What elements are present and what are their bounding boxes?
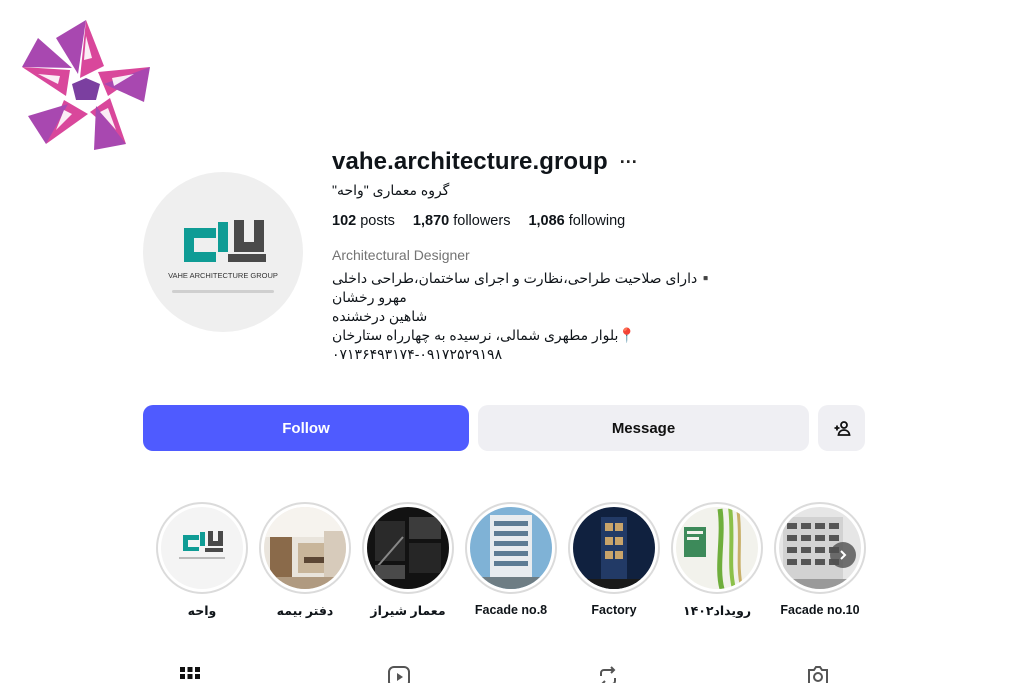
highlight-item[interactable]: رویداد۱۴۰۲ xyxy=(669,502,765,618)
highlight-label: رویداد۱۴۰۲ xyxy=(682,604,752,618)
profile-info: vahe.architecture.group ··· گروه معماری … xyxy=(332,146,892,364)
repost-icon[interactable] xyxy=(596,664,620,683)
highlight-item[interactable]: دفتر بیمه xyxy=(257,502,353,618)
highlight-item[interactable]: معمار شیراز xyxy=(360,502,456,618)
bio-line: 📍بلوار مطهری شمالی، نرسیده به چهارراه ست… xyxy=(332,327,636,343)
highlight-item[interactable]: Factory xyxy=(566,502,662,617)
follow-button[interactable]: Follow xyxy=(143,405,469,451)
bio-line: ▪️دارای صلاحیت طراحی،نظارت و اجرای ساختم… xyxy=(332,270,715,286)
bio-line: ۰۷۱۳۶۴۹۳۱۷۴-۰۹۱۷۲۵۲۹۱۹۸ xyxy=(332,346,503,362)
grid-icon[interactable] xyxy=(178,664,202,683)
profile-category: Architectural Designer xyxy=(332,247,470,263)
highlight-cover xyxy=(573,507,655,589)
followers-stat[interactable]: 1,870 followers xyxy=(413,213,511,229)
highlight-cover xyxy=(470,507,552,589)
highlight-label: معمار شیراز xyxy=(370,604,446,618)
following-stat[interactable]: 1,086 following xyxy=(528,213,625,229)
highlight-cover xyxy=(264,507,346,589)
highlight-label: واحه xyxy=(187,604,217,618)
watermark-star-logo xyxy=(22,20,150,150)
add-person-icon xyxy=(834,421,851,436)
profile-avatar[interactable]: VAHE ARCHITECTURE GROUP xyxy=(143,172,303,332)
highlights-next-button[interactable] xyxy=(830,542,856,568)
highlight-label: دفتر بیمه xyxy=(276,604,334,618)
profile-tabs xyxy=(0,662,1024,683)
message-button[interactable]: Message xyxy=(478,405,809,451)
username: vahe.architecture.group xyxy=(332,148,608,175)
suggest-accounts-button[interactable] xyxy=(818,405,865,451)
highlight-item[interactable]: Facade no.8 xyxy=(463,502,559,617)
bio-line: مهرو رخشان xyxy=(332,289,407,305)
tagged-icon[interactable] xyxy=(806,664,830,683)
full-name: گروه معماری "واحه" xyxy=(332,182,450,198)
svg-text:VAHE ARCHITECTURE GROUP: VAHE ARCHITECTURE GROUP xyxy=(168,271,278,280)
chevron-right-icon xyxy=(840,550,847,560)
story-highlights: واحه دفتر بیمه معمار شیراز Facade no.8 F… xyxy=(154,502,874,632)
highlight-cover xyxy=(676,507,758,589)
highlight-label: Factory xyxy=(591,603,637,617)
highlight-cover xyxy=(367,507,449,589)
highlight-label: Facade no.8 xyxy=(474,603,548,617)
highlight-cover xyxy=(161,507,243,589)
reels-icon[interactable] xyxy=(387,664,411,683)
profile-bio: ▪️دارای صلاحیت طراحی،نظارت و اجرای ساختم… xyxy=(332,269,892,364)
profile-stats: 102 posts 1,870 followers 1,086 followin… xyxy=(332,213,892,229)
vahe-logo: VAHE ARCHITECTURE GROUP xyxy=(168,220,278,293)
bio-line: شاهین درخشنده xyxy=(332,308,428,324)
highlight-label: Facade no.10 xyxy=(780,603,860,617)
posts-stat: 102 posts xyxy=(332,213,395,229)
highlight-item[interactable]: واحه xyxy=(154,502,250,618)
ellipsis-icon[interactable]: ··· xyxy=(620,153,638,171)
